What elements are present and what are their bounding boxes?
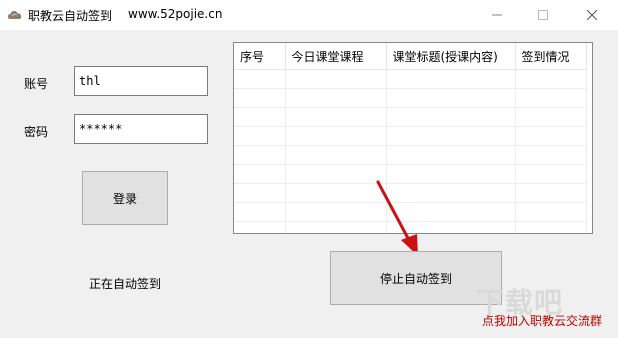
close-icon	[587, 10, 597, 20]
title-bar: 职教云自动签到 www.52pojie.cn	[0, 0, 618, 30]
app-cloud-icon	[7, 7, 23, 23]
login-button[interactable]: 登录	[82, 171, 168, 225]
table-row	[234, 107, 587, 127]
table-row	[234, 145, 587, 165]
password-input[interactable]: ******	[74, 114, 208, 144]
red-arrow-annotation	[376, 180, 418, 256]
column-header-index[interactable]: 序号	[234, 43, 286, 70]
maximize-button[interactable]	[520, 0, 566, 30]
maximize-icon	[538, 10, 548, 20]
account-label: 账号	[24, 77, 49, 91]
table-header-row: 序号 今日课堂课程 课堂标题(授课内容) 签到情况	[234, 43, 587, 70]
window-title: 职教云自动签到	[28, 9, 113, 23]
status-text: 正在自动签到	[89, 277, 162, 291]
close-button[interactable]	[566, 0, 618, 30]
password-label: 密码	[24, 125, 49, 139]
window-title-url: www.52pojie.cn	[128, 7, 223, 21]
minimize-icon	[492, 14, 502, 16]
table-row	[234, 88, 587, 108]
table-row	[234, 69, 587, 89]
table-row	[234, 126, 587, 146]
account-input[interactable]: thl	[74, 66, 208, 96]
column-header-lesson-title[interactable]: 课堂标题(授课内容)	[386, 43, 516, 70]
join-group-link[interactable]: 点我加入职教云交流群	[482, 312, 602, 329]
minimize-button[interactable]	[474, 0, 520, 30]
column-header-course[interactable]: 今日课堂课程	[285, 43, 387, 70]
column-header-sign-status[interactable]: 签到情况	[515, 43, 587, 70]
